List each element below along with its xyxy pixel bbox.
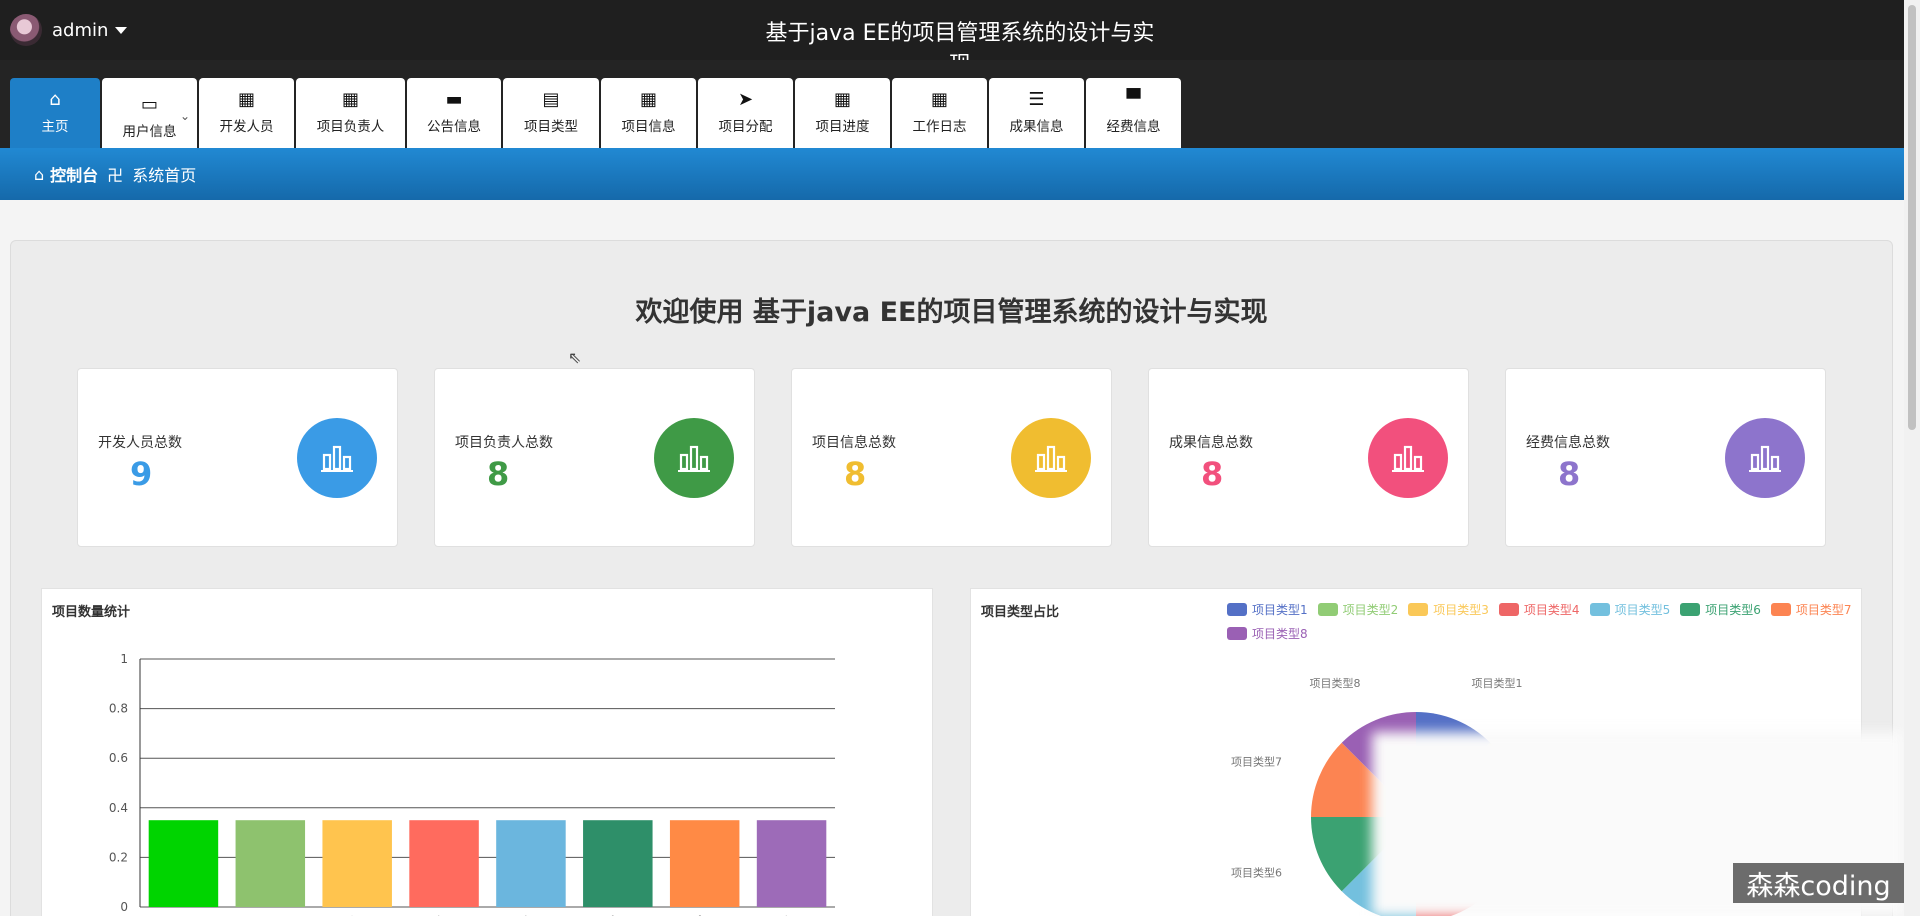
nav-item-label: 开发人员 [219, 119, 274, 135]
bar-3 [322, 820, 392, 907]
developer-count-card: 开发人员总数 9 [77, 368, 398, 547]
pie-label-8: 项目类型8 [1310, 676, 1361, 690]
caret-down-icon[interactable] [115, 26, 128, 34]
monitor-icon: ▬ [445, 89, 463, 110]
grid-icon: ▦ [930, 89, 948, 110]
stat-label: 开发人员总数 [98, 435, 182, 451]
result-count-card: 成果信息总数 8 [1148, 368, 1469, 547]
x-tick-label: 项目类型2 [225, 912, 272, 916]
breadcrumb-separator: 卍 [107, 166, 124, 185]
chevron-down-icon[interactable]: ⌄ [180, 109, 190, 123]
send-icon: ➤ [737, 89, 754, 110]
bar-1 [148, 820, 219, 907]
stat-value: 8 [487, 455, 510, 493]
wallet-icon: ▭ [140, 94, 158, 115]
funding-count-card: 经费信息总数 8 [1505, 368, 1826, 547]
home-icon: ⌂ [49, 89, 61, 110]
user-menu[interactable]: admin [10, 14, 128, 46]
x-tick-label: 项目类型3 [312, 912, 359, 916]
x-tick-label: 项目类型5 [486, 912, 533, 916]
bar-4 [409, 820, 479, 907]
x-tick-label: 项目类型6 [573, 912, 620, 916]
nav-item-label: 项目负责人 [316, 119, 385, 135]
project-count-card: 项目信息总数 8 [791, 368, 1112, 547]
nav-item-8[interactable]: ➤ 项目分配 [698, 78, 793, 148]
scrollbar-thumb[interactable] [1908, 5, 1916, 430]
pie-label-7: 项目类型7 [1231, 755, 1282, 769]
breadcrumb: ⌂ 控制台 卍 系统首页 [0, 148, 1904, 200]
nav-item-label: 项目进度 [815, 119, 870, 135]
bar-8 [756, 820, 827, 907]
y-tick-label: 0 [120, 900, 128, 914]
grid-icon: ▦ [237, 89, 255, 110]
nav-item-4[interactable]: ▦ 项目负责人 [296, 78, 405, 148]
pie-label-1: 项目类型1 [1471, 676, 1522, 690]
nav-item-2[interactable]: ▭ 用户信息 ⌄ [102, 78, 197, 148]
nav-item-label: 工作日志 [912, 119, 967, 135]
pie-label-6: 项目类型6 [1231, 865, 1282, 879]
stat-value: 9 [130, 455, 153, 493]
vertical-scrollbar[interactable] [1904, 0, 1920, 916]
x-tick-label: 项目类型8 [746, 912, 793, 916]
stat-value: 8 [1558, 455, 1581, 493]
stat-value: 8 [844, 455, 867, 493]
nav-item-11[interactable]: ☰ 成果信息 [989, 78, 1084, 148]
x-tick-label: 项目类型1 [138, 912, 185, 916]
nav-item-label: 项目类型 [524, 119, 578, 135]
nav-item-label: 项目信息 [621, 119, 676, 135]
bar-7 [669, 820, 740, 907]
store-icon: ▀ [1126, 89, 1141, 110]
grid-icon: ▦ [833, 89, 851, 110]
breadcrumb-current: 系统首页 [132, 166, 197, 185]
home-icon[interactable]: ⌂ [34, 165, 44, 184]
bar-5 [496, 820, 566, 907]
bar-chart-icon [654, 418, 734, 498]
stat-label: 经费信息总数 [1526, 435, 1610, 451]
stat-label: 项目信息总数 [812, 435, 896, 451]
y-tick-label: 0.2 [109, 850, 128, 864]
nav-item-label: 主页 [41, 119, 69, 135]
grid-icon: ▦ [341, 89, 359, 110]
x-tick-label: 项目类型4 [399, 912, 446, 916]
grid-icon: ▦ [639, 89, 657, 110]
stat-label: 项目负责人总数 [455, 435, 553, 451]
welcome-heading: 欢迎使用 基于java EE的项目管理系统的设计与实现 [635, 297, 1268, 328]
nav-item-3[interactable]: ▦ 开发人员 [199, 78, 294, 148]
nav-item-1[interactable]: ⌂ 主页 [10, 78, 100, 148]
nav-item-5[interactable]: ▬ 公告信息 [407, 78, 501, 148]
nav-item-9[interactable]: ▦ 项目进度 [795, 78, 890, 148]
y-tick-label: 0.6 [109, 751, 128, 765]
y-tick-label: 0.8 [109, 702, 128, 716]
bar-chart-icon [1368, 418, 1448, 498]
leader-count-card: 项目负责人总数 8 [434, 368, 755, 547]
nav-item-6[interactable]: ▤ 项目类型 [503, 78, 599, 148]
y-tick-label: 1 [120, 652, 128, 666]
username[interactable]: admin [52, 20, 108, 41]
y-tick-label: 0.4 [109, 801, 128, 815]
bar-6 [583, 820, 653, 907]
nav-item-label: 用户信息 [122, 124, 177, 140]
bar-chart-card: 项目数量统计 00.20.40.60.81项目类型1项目类型2项目类型3项目类型… [41, 588, 933, 916]
bar-chart-icon [297, 418, 377, 498]
mouse-cursor-icon: ⇖ [568, 348, 582, 367]
bar-chart-icon [1725, 418, 1805, 498]
clipboard-icon: ▤ [542, 89, 560, 110]
bar-chart: 0 0.2 0.4 0.6 0.8 1 项目类型1 项目类型2 项目类型3 项目类型4 项目类型5 项… [109, 652, 835, 916]
nav-item-label: 项目分配 [718, 119, 773, 135]
nav-item-label: 公告信息 [427, 119, 481, 135]
stat-value: 8 [1201, 455, 1224, 493]
sliders-icon: ☰ [1028, 89, 1045, 110]
bar-chart-icon [1011, 418, 1091, 498]
avatar[interactable] [10, 14, 42, 46]
nav-item-12[interactable]: ▀ 经费信息 [1086, 78, 1181, 148]
x-tick-label: 项目类型7 [660, 912, 707, 916]
bar-2 [235, 820, 306, 907]
watermark: 森森coding [1733, 863, 1904, 903]
stat-label: 成果信息总数 [1169, 435, 1253, 451]
breadcrumb-root[interactable]: 控制台 [50, 162, 98, 186]
nav-item-10[interactable]: ▦ 工作日志 [892, 78, 987, 148]
nav-item-label: 经费信息 [1106, 119, 1161, 135]
nav-item-label: 成果信息 [1009, 119, 1064, 135]
nav-item-7[interactable]: ▦ 项目信息 [601, 78, 696, 148]
